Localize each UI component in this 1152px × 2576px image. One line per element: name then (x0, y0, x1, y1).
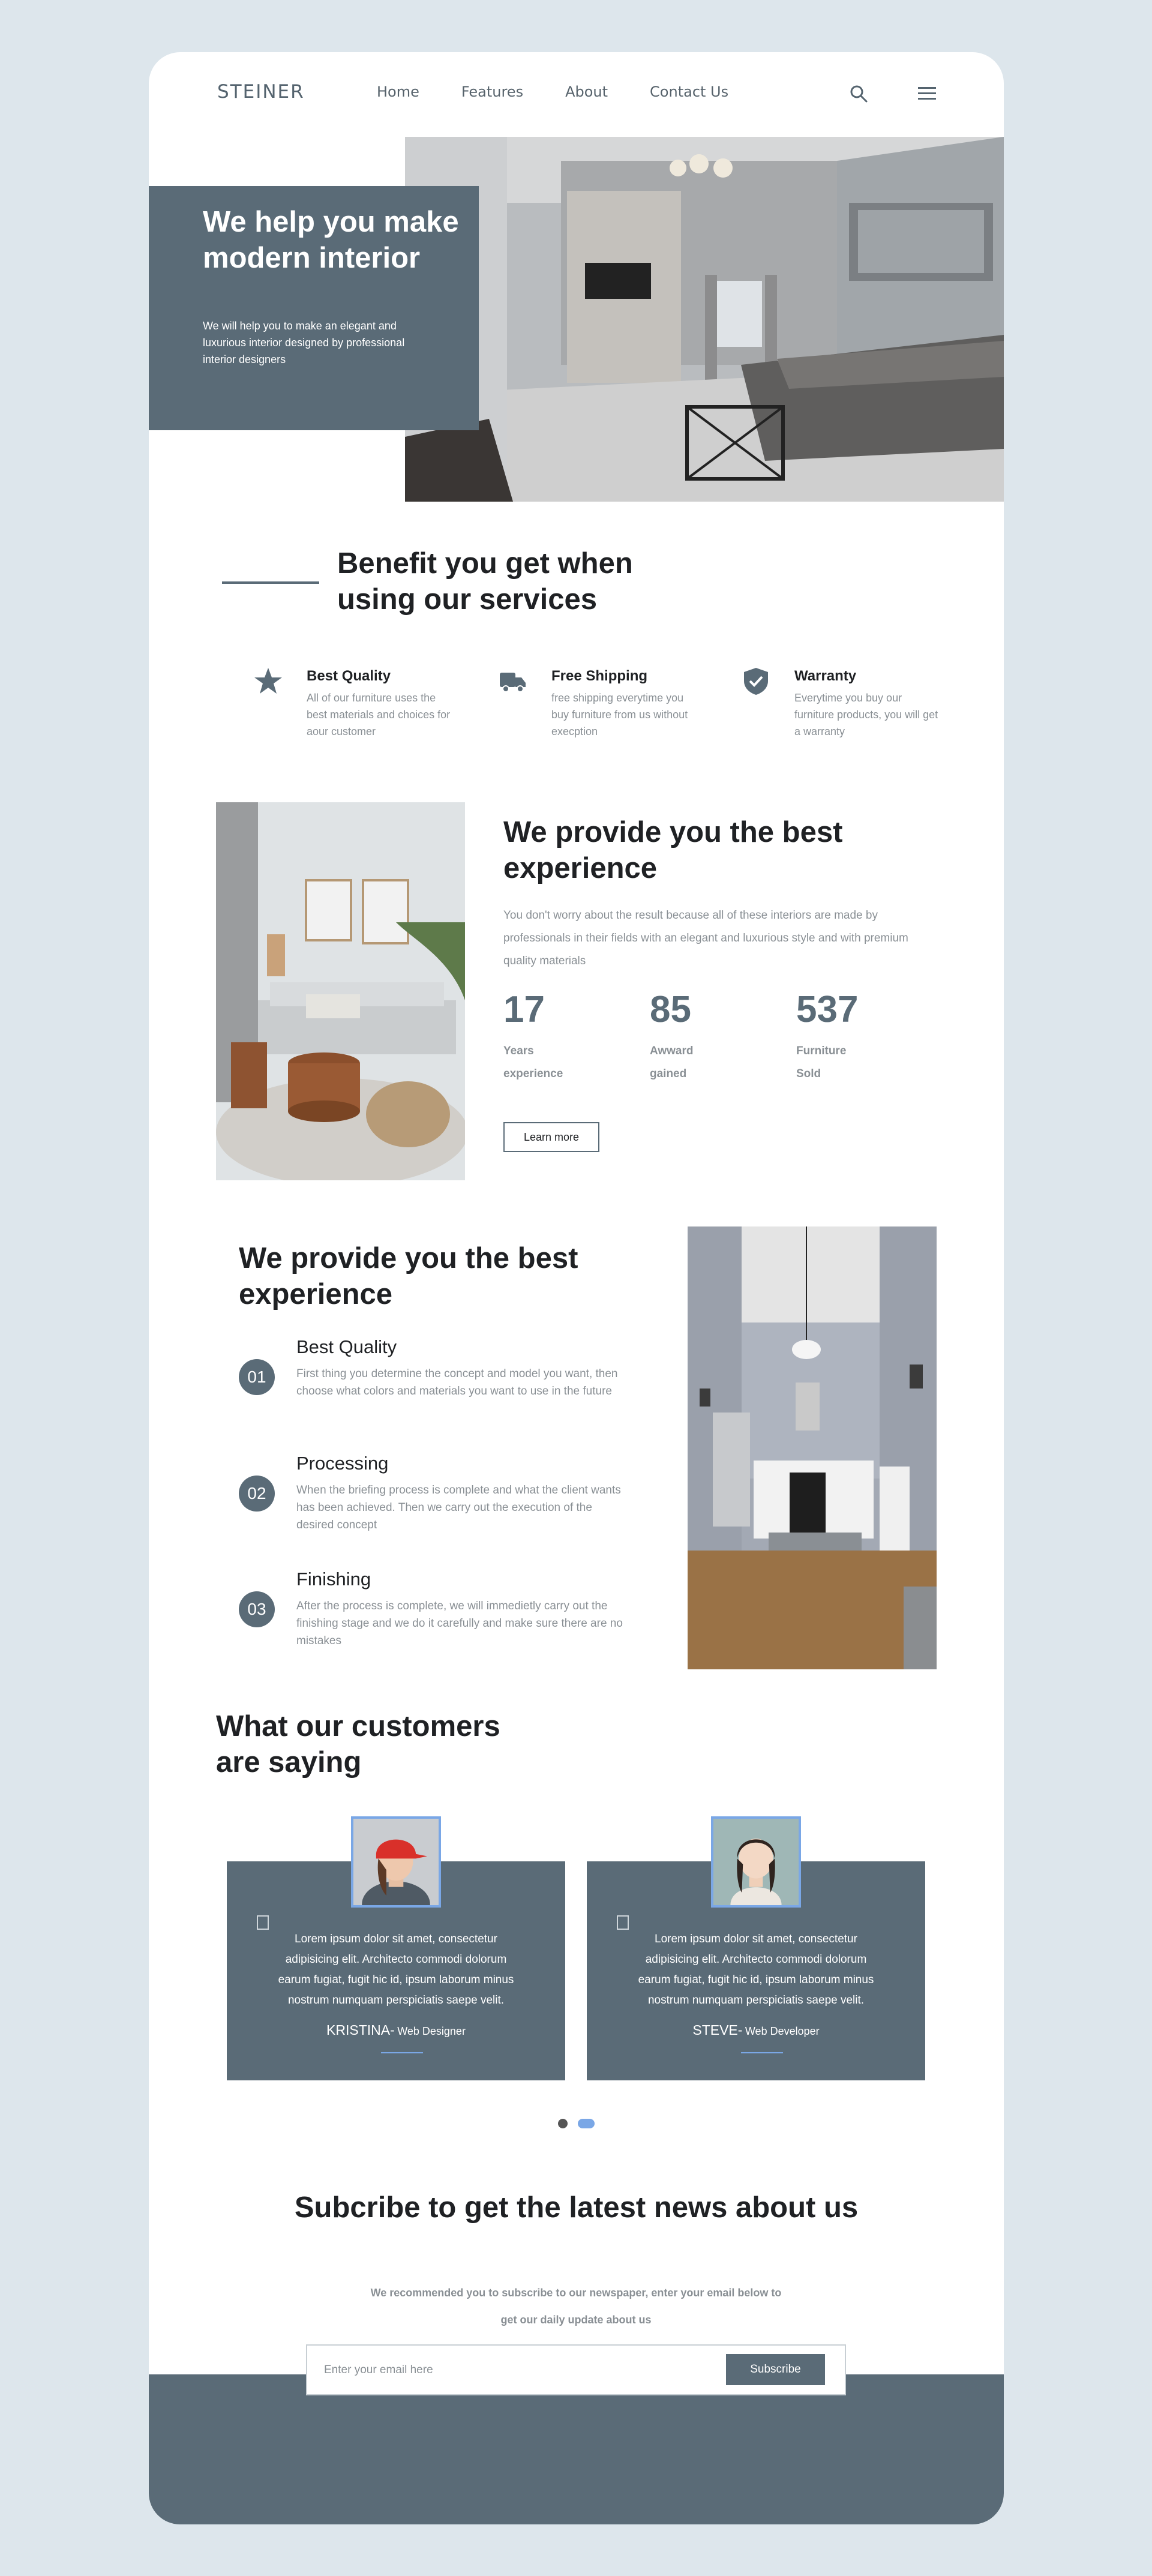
carousel-dot-active[interactable] (578, 2119, 595, 2128)
hero-text-box: We help you make modern interior We will… (149, 186, 479, 430)
step-desc: When the briefing process is complete an… (296, 1484, 621, 1531)
hamburger-menu-icon[interactable] (917, 83, 937, 104)
search-icon[interactable] (848, 83, 869, 104)
feature-title: Warranty (794, 668, 857, 684)
footer-band (149, 2374, 1004, 2524)
stat-number: 17 (503, 989, 545, 1030)
testimonial-text: Lorem ipsum dolor sit amet, consectetur … (638, 1933, 874, 2007)
quote-icon (257, 1915, 269, 1930)
learn-more-button[interactable]: Learn more (503, 1122, 599, 1152)
quote-icon (617, 1915, 629, 1930)
nav-home-link[interactable]: Home (377, 83, 419, 100)
nav-contact-link[interactable]: Contact Us (650, 83, 728, 100)
hero-title: We help you make modern interior (203, 206, 459, 274)
step-number-badge: 01 (239, 1359, 275, 1395)
subscribe-desc: We recommended you to subscribe to our n… (370, 2287, 782, 2326)
avatar-steve (711, 1816, 801, 1908)
subscribe-button[interactable]: Subscribe (726, 2354, 825, 2385)
stat-number: 85 (650, 989, 691, 1030)
step-title: Processing (296, 1453, 389, 1474)
page-card: STEINER Home Features About Contact Us W… (149, 52, 1004, 2524)
main-nav: Home Features About Contact Us (377, 83, 770, 100)
stat-years: 17 Years experience (503, 988, 623, 1085)
step-desc: First thing you determine the concept an… (296, 1368, 618, 1398)
testimonial-text: Lorem ipsum dolor sit amet, consectetur … (278, 1933, 514, 2007)
step-desc: After the process is complete, we will i… (296, 1600, 623, 1647)
stat-label: Awward gained (650, 1045, 694, 1080)
step-number-badge: 03 (239, 1591, 275, 1627)
stat-awards: 85 Awward gained (650, 988, 770, 1085)
stat-label: Furniture Sold (796, 1045, 847, 1080)
author-role: Web Developer (745, 2025, 820, 2037)
stat-label: Years experience (503, 1045, 563, 1080)
author-underline (741, 2052, 783, 2053)
avatar-kristina (351, 1816, 441, 1908)
feature-desc: Everytime you buy our furniture products… (794, 692, 938, 737)
step-title: Finishing (296, 1569, 371, 1590)
testimonials-title: What our customers are saying (216, 1710, 500, 1779)
experience-desc: You don't worry about the result because… (503, 909, 908, 967)
step-number-badge: 02 (239, 1476, 275, 1512)
author-name: KRISTINA- (326, 2022, 395, 2038)
brand-logo[interactable]: STEINER (217, 81, 305, 103)
benefits-title: Benefit you get when using our services (337, 547, 633, 616)
star-icon (254, 668, 282, 694)
kitchen-image (688, 1226, 937, 1669)
stat-number: 537 (796, 989, 859, 1030)
email-input[interactable] (324, 2355, 684, 2385)
experience-title: We provide you the best experience (503, 816, 843, 884)
subscribe-title: Subcribe to get the latest news about us (294, 2191, 859, 2224)
feature-title: Best Quality (307, 668, 391, 684)
hero-living-room-image (405, 137, 1004, 502)
step-title: Best Quality (296, 1336, 397, 1357)
benefits-divider (222, 581, 319, 584)
nav-about-link[interactable]: About (565, 83, 608, 100)
truck-icon (500, 673, 526, 692)
subscribe-form: Subscribe (306, 2344, 846, 2395)
process-title: We provide you the best experience (239, 1242, 578, 1311)
shield-check-icon (744, 668, 768, 695)
testimonial-author: KRISTINA- Web Designer (227, 2022, 565, 2038)
hero-subtitle: We will help you to make an elegant and … (203, 320, 405, 365)
carousel-dot[interactable] (558, 2119, 568, 2128)
nav-features-link[interactable]: Features (461, 83, 523, 100)
author-role: Web Designer (397, 2025, 466, 2037)
feature-desc: All of our furniture uses the best mater… (307, 692, 451, 737)
living-room-sofa-image (216, 802, 465, 1180)
author-name: STEVE- (692, 2022, 743, 2038)
testimonial-author: STEVE- Web Developer (587, 2022, 925, 2038)
feature-desc: free shipping everytime you buy furnitur… (551, 692, 688, 737)
author-underline (381, 2052, 423, 2053)
feature-title: Free Shipping (551, 668, 648, 684)
stat-furniture: 537 Furniture Sold (796, 988, 916, 1085)
